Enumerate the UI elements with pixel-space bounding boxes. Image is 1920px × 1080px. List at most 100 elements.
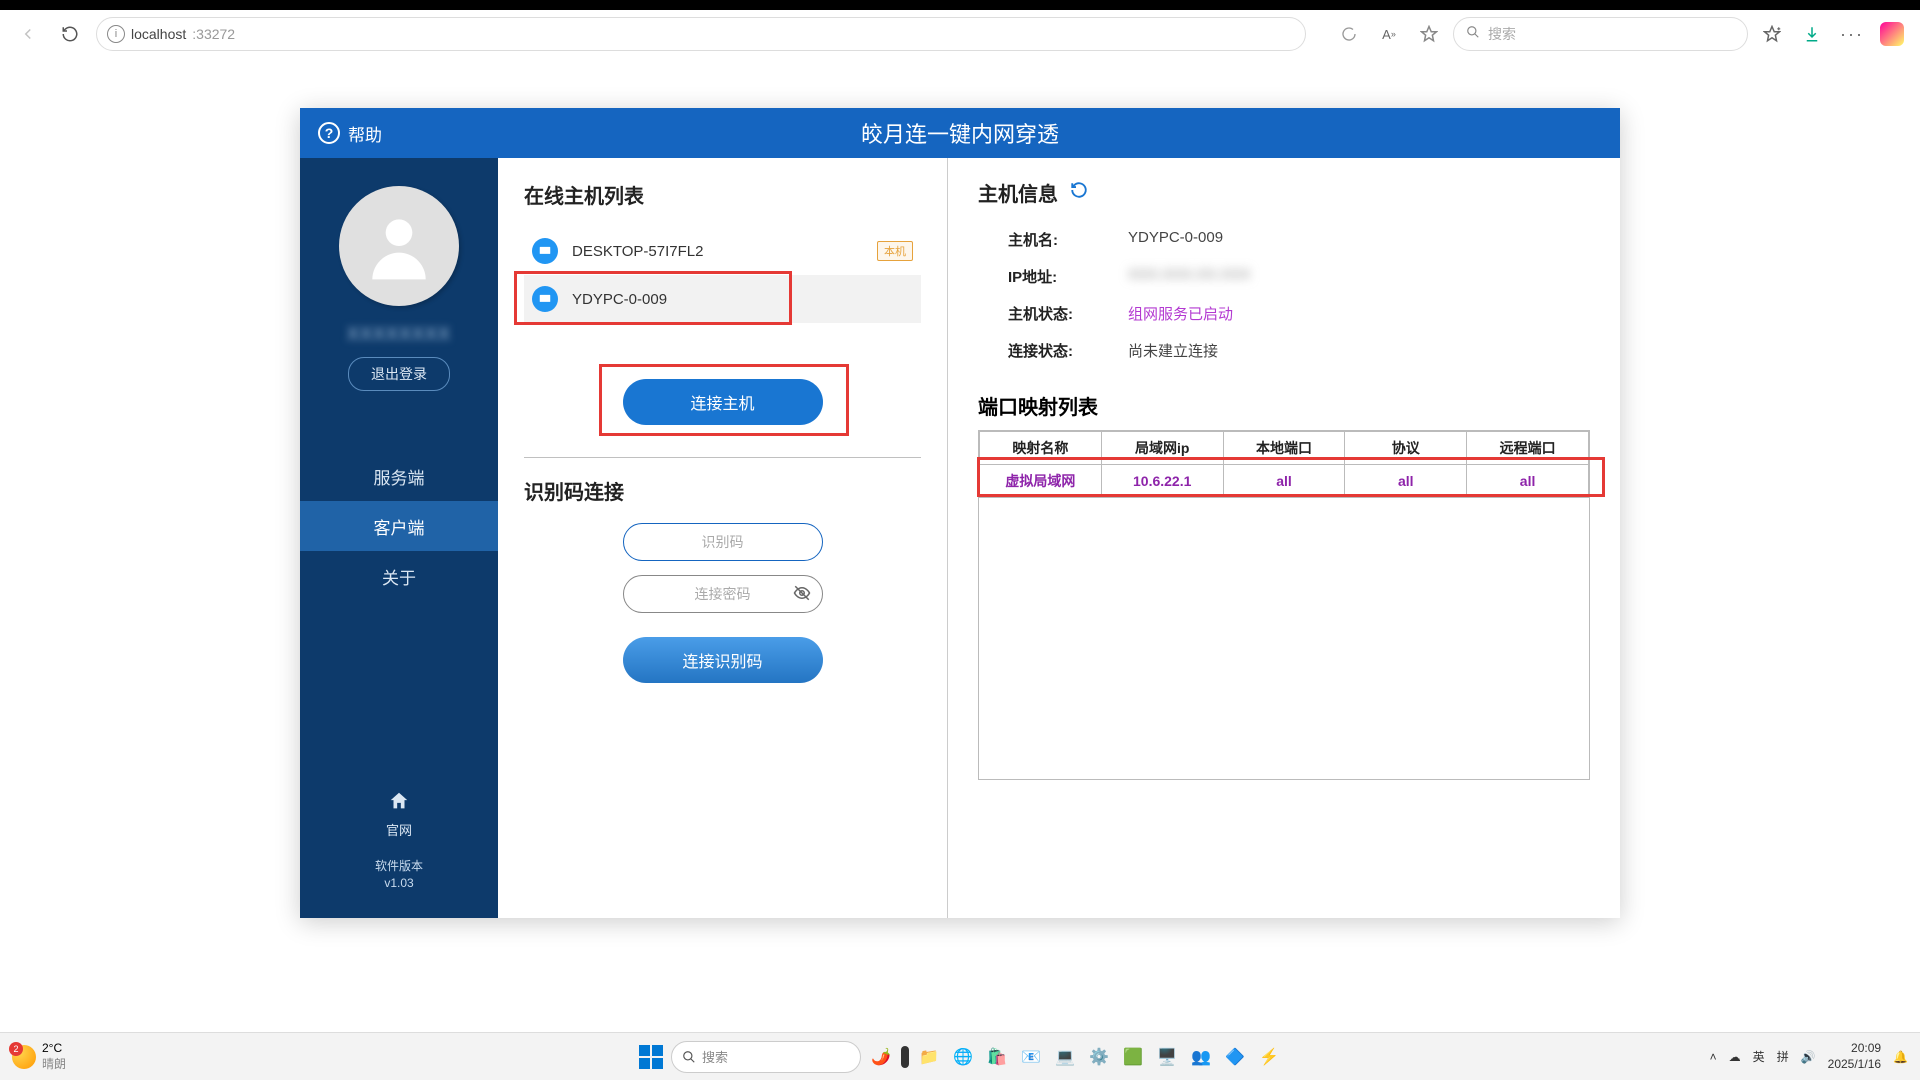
sidebar: XXXXXXXX 退出登录 服务端 客户端 关于 官网 软件版本 v1.03 bbox=[300, 158, 498, 918]
search-icon bbox=[1466, 25, 1480, 44]
td-protocol: all bbox=[1345, 465, 1467, 498]
file-explorer-icon[interactable]: 📁 bbox=[915, 1043, 943, 1071]
home-icon[interactable] bbox=[375, 790, 423, 818]
taskbar-app-2[interactable] bbox=[901, 1046, 909, 1068]
nav-server[interactable]: 服务端 bbox=[300, 451, 498, 501]
version-label: 软件版本 bbox=[375, 857, 423, 874]
system-tray: ˄ ☁ 英 拼 🔊 20:09 2025/1/16 🔔 bbox=[1710, 1041, 1908, 1072]
computer-icon bbox=[532, 286, 558, 312]
tray-cloud-icon[interactable]: ☁ bbox=[1729, 1050, 1741, 1064]
tray-volume-icon[interactable]: 🔊 bbox=[1801, 1050, 1816, 1064]
browser-chrome: i localhost :33272 A» 搜索 ··· bbox=[0, 10, 1920, 58]
clock[interactable]: 20:09 2025/1/16 bbox=[1828, 1041, 1881, 1072]
middle-panel: 在线主机列表 DESKTOP-57I7FL2 本机 YDYPC-0-009 连接… bbox=[498, 158, 948, 918]
steam-icon[interactable]: ⚙️ bbox=[1085, 1043, 1113, 1071]
right-panel: 主机信息 主机名: YDYPC-0-009 IP地址: XXX.XXX.XX.X… bbox=[948, 158, 1620, 918]
avatar[interactable] bbox=[339, 186, 459, 306]
connect-id-button[interactable]: 连接识别码 bbox=[623, 637, 823, 683]
edge-icon[interactable]: 🌐 bbox=[949, 1043, 977, 1071]
refresh-icon[interactable] bbox=[1070, 181, 1088, 204]
th-remote-port: 远程端口 bbox=[1467, 432, 1589, 465]
help-label: 帮助 bbox=[348, 121, 382, 146]
port-map-title: 端口映射列表 bbox=[978, 391, 1590, 420]
td-remote-port: all bbox=[1467, 465, 1589, 498]
weather-desc: 晴朗 bbox=[42, 1055, 66, 1072]
weather-icon: 2 bbox=[12, 1045, 36, 1069]
logout-button[interactable]: 退出登录 bbox=[348, 357, 450, 391]
url-host: localhost bbox=[131, 26, 186, 42]
th-protocol: 协议 bbox=[1345, 432, 1467, 465]
taskbar-app-8[interactable]: ⚡ bbox=[1255, 1043, 1283, 1071]
favorite-icon[interactable] bbox=[1413, 18, 1445, 50]
computer-icon bbox=[532, 238, 558, 264]
td-lan-ip: 10.6.22.1 bbox=[1101, 465, 1223, 498]
app-header: ? 帮助 皎月连一键内网穿透 bbox=[300, 108, 1620, 158]
ime-language[interactable]: 英 bbox=[1753, 1048, 1765, 1065]
version-number: v1.03 bbox=[375, 876, 423, 890]
start-button[interactable] bbox=[637, 1043, 665, 1071]
weather-badge: 2 bbox=[9, 1042, 23, 1056]
taskbar: 2 2°C 晴朗 搜索 🌶️ 📁 🌐 🛍️ 📧 💻 ⚙️ 🟩 🖥️ 👥 🔷 ⚡ … bbox=[0, 1032, 1920, 1080]
hosts-title: 在线主机列表 bbox=[524, 180, 921, 209]
table-row[interactable]: 虚拟局域网 10.6.22.1 all all all bbox=[980, 465, 1589, 498]
taskbar-app-1[interactable]: 🌶️ bbox=[867, 1043, 895, 1071]
taskbar-app-7[interactable]: 🔷 bbox=[1221, 1043, 1249, 1071]
id-connect-title: 识别码连接 bbox=[524, 476, 921, 505]
weather-widget[interactable]: 2 2°C 晴朗 bbox=[12, 1041, 66, 1072]
search-placeholder: 搜索 bbox=[1488, 24, 1516, 44]
read-aloud-icon[interactable]: A» bbox=[1373, 18, 1405, 50]
info-label-name: 主机名: bbox=[978, 229, 1128, 250]
help-icon: ? bbox=[318, 122, 340, 144]
site-info-icon[interactable]: i bbox=[107, 25, 125, 43]
tray-chevron-icon[interactable]: ˄ bbox=[1710, 1050, 1717, 1064]
refresh-button[interactable] bbox=[54, 18, 86, 50]
divider bbox=[524, 457, 921, 458]
taskbar-app-6[interactable]: 👥 bbox=[1187, 1043, 1215, 1071]
downloads-icon[interactable] bbox=[1796, 18, 1828, 50]
help-link[interactable]: ? 帮助 bbox=[300, 121, 400, 146]
store-icon[interactable]: 🛍️ bbox=[983, 1043, 1011, 1071]
info-label-conn: 连接状态: bbox=[978, 340, 1128, 361]
copilot-icon[interactable] bbox=[1876, 18, 1908, 50]
port-map-table: 映射名称 局域网ip 本地端口 协议 远程端口 虚拟局域网 10.6.22.1 … bbox=[978, 430, 1590, 780]
host-info-title: 主机信息 bbox=[978, 178, 1058, 207]
taskbar-app-3[interactable]: 💻 bbox=[1051, 1043, 1079, 1071]
taskbar-search[interactable]: 搜索 bbox=[671, 1041, 861, 1073]
id-code-input[interactable] bbox=[623, 523, 823, 561]
info-value-ip: XXX.XXX.XX.XXX bbox=[1128, 266, 1251, 287]
taskbar-app-5[interactable]: 🖥️ bbox=[1153, 1043, 1181, 1071]
url-port: :33272 bbox=[192, 26, 235, 42]
notification-icon[interactable]: 🔔 bbox=[1893, 1050, 1908, 1064]
time: 20:09 bbox=[1828, 1041, 1881, 1057]
nav-client[interactable]: 客户端 bbox=[300, 501, 498, 551]
app-title: 皎月连一键内网穿透 bbox=[861, 117, 1059, 149]
favorites-bar-icon[interactable] bbox=[1756, 18, 1788, 50]
settings-menu-icon[interactable]: ··· bbox=[1836, 18, 1868, 50]
taskbar-app-4[interactable]: 🟩 bbox=[1119, 1043, 1147, 1071]
host-item-0[interactable]: DESKTOP-57I7FL2 本机 bbox=[524, 227, 921, 275]
sync-icon[interactable] bbox=[1333, 18, 1365, 50]
home-label[interactable]: 官网 bbox=[375, 820, 423, 839]
nav-menu: 服务端 客户端 关于 bbox=[300, 451, 498, 601]
eye-icon[interactable] bbox=[793, 584, 811, 607]
info-label-status: 主机状态: bbox=[978, 303, 1128, 324]
host-item-1[interactable]: YDYPC-0-009 bbox=[524, 275, 921, 323]
host-name: DESKTOP-57I7FL2 bbox=[572, 243, 703, 260]
host-name: YDYPC-0-009 bbox=[572, 291, 667, 308]
td-local-port: all bbox=[1223, 465, 1345, 498]
weather-temp: 2°C bbox=[42, 1041, 66, 1055]
address-bar[interactable]: i localhost :33272 bbox=[96, 17, 1306, 51]
info-label-ip: IP地址: bbox=[978, 266, 1128, 287]
browser-search[interactable]: 搜索 bbox=[1453, 17, 1748, 51]
info-value-conn: 尚未建立连接 bbox=[1128, 340, 1218, 361]
outlook-icon[interactable]: 📧 bbox=[1017, 1043, 1045, 1071]
th-lan-ip: 局域网ip bbox=[1101, 432, 1223, 465]
ime-mode[interactable]: 拼 bbox=[1777, 1048, 1789, 1065]
app-window: ? 帮助 皎月连一键内网穿透 XXXXXXXX 退出登录 服务端 客户端 关于 … bbox=[300, 108, 1620, 918]
th-local-port: 本地端口 bbox=[1223, 432, 1345, 465]
back-button[interactable] bbox=[12, 18, 44, 50]
th-name: 映射名称 bbox=[980, 432, 1102, 465]
connect-host-button[interactable]: 连接主机 bbox=[623, 379, 823, 425]
window-top-bar bbox=[0, 0, 1920, 10]
nav-about[interactable]: 关于 bbox=[300, 551, 498, 601]
